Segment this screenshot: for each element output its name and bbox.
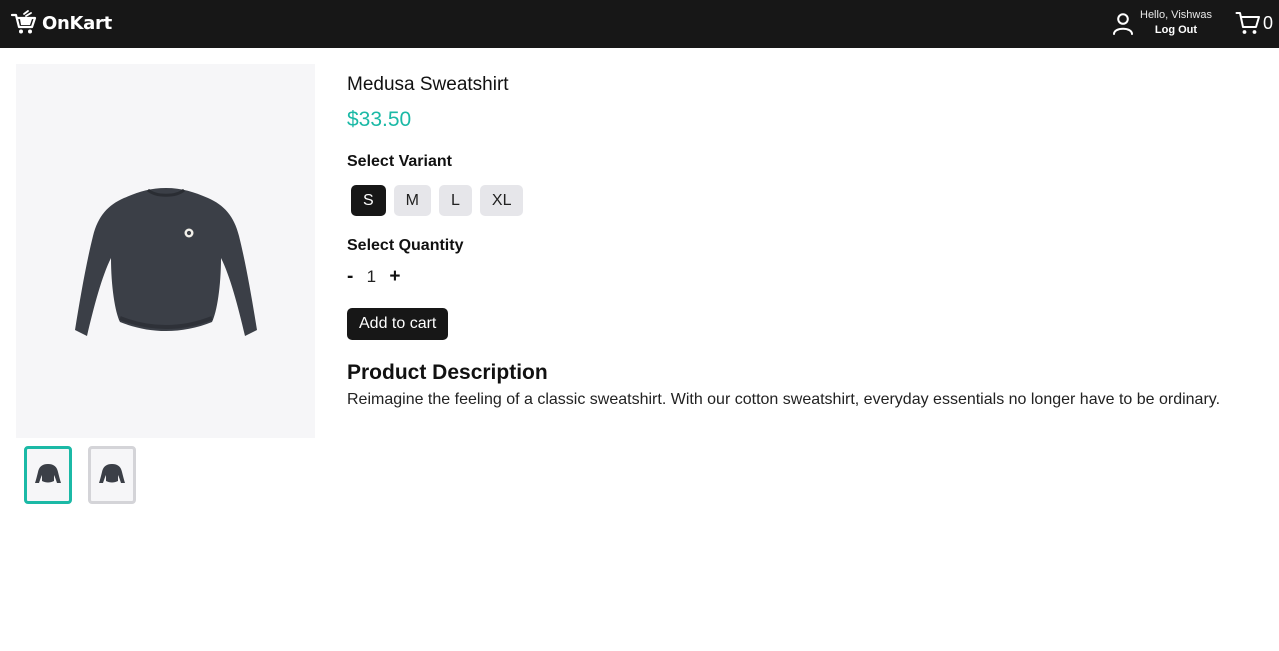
- user-text: Hello, Vishwas Log Out: [1140, 8, 1212, 38]
- product-price: $33.50: [347, 108, 412, 131]
- variant-label: Select Variant: [347, 153, 452, 170]
- top-navbar: OnKart Hello, Vishwas Log Out 0: [0, 0, 1279, 48]
- variant-selector: S M L XL: [351, 185, 524, 216]
- product-main-image: [16, 64, 315, 438]
- description-text: Reimagine the feeling of a classic sweat…: [347, 391, 1221, 408]
- user-icon: [1113, 13, 1133, 35]
- cart-button[interactable]: 0: [1235, 10, 1273, 36]
- quantity-value: 1: [366, 267, 377, 286]
- variant-button[interactable]: M: [393, 185, 431, 216]
- quantity-stepper: - 1 +: [347, 266, 400, 288]
- thumbnail-2[interactable]: [88, 446, 136, 504]
- user-menu: Hello, Vishwas Log Out: [1110, 8, 1212, 38]
- add-to-cart-button[interactable]: Add to cart: [347, 308, 449, 340]
- variant-button[interactable]: XL: [479, 185, 524, 216]
- sweatshirt-image: [75, 188, 257, 336]
- thumbnail-1[interactable]: [24, 446, 72, 504]
- user-greeting: Hello, Vishwas: [1140, 9, 1212, 21]
- brand-name: OnKart: [42, 12, 112, 34]
- brand-logo-link[interactable]: OnKart: [10, 9, 112, 37]
- cart-count: 0: [1263, 12, 1274, 33]
- description-title: Product Description: [347, 361, 548, 384]
- shopping-cart-logo-icon: [10, 10, 37, 34]
- variant-button[interactable]: L: [439, 185, 472, 216]
- quantity-label: Select Quantity: [347, 237, 464, 254]
- sweatshirt-thumbnail-image: [35, 464, 61, 483]
- product-title: Medusa Sweatshirt: [347, 74, 509, 95]
- cart-icon: [1235, 12, 1260, 34]
- sweatshirt-thumbnail-image: [99, 464, 125, 483]
- variant-button[interactable]: S: [351, 185, 386, 216]
- logout-link[interactable]: Log Out: [1155, 23, 1197, 38]
- increment-button[interactable]: +: [389, 266, 400, 288]
